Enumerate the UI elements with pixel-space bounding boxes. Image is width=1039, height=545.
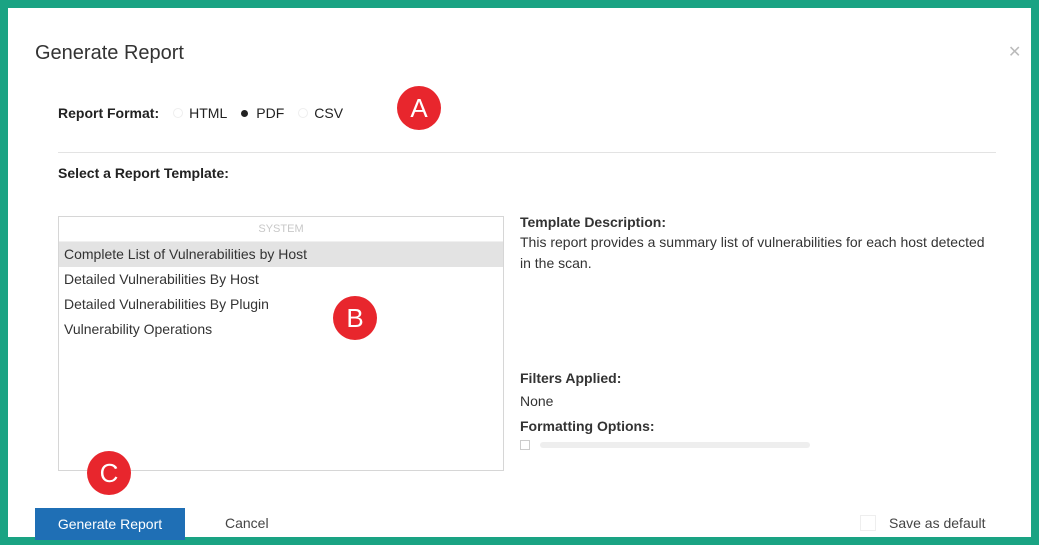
close-icon[interactable]: ✕ (1008, 42, 1021, 62)
filters-value: None (520, 393, 554, 409)
template-item-complete-list[interactable]: Complete List of Vulnerabilities by Host (59, 242, 503, 267)
formatting-section: Formatting Options: (520, 418, 810, 450)
radio-pdf-circle[interactable] (241, 109, 249, 117)
dialog-title: Generate Report (35, 42, 184, 64)
format-radio-csv[interactable]: CSV (298, 105, 343, 121)
radio-html-circle[interactable] (173, 108, 184, 118)
radio-csv-label: CSV (314, 105, 344, 121)
filters-section: Filters Applied: None (520, 370, 621, 409)
template-description-text: This report provides a summary list of v… (520, 234, 985, 271)
formatting-heading: Formatting Options: (520, 418, 655, 434)
select-template-label: Select a Report Template: (58, 165, 229, 181)
template-description-panel: Template Description: This report provid… (520, 214, 990, 274)
format-radio-html[interactable]: HTML (173, 105, 227, 121)
generate-report-button[interactable]: Generate Report (35, 508, 185, 540)
radio-html-label: HTML (189, 105, 228, 121)
template-item-detailed-by-plugin[interactable]: Detailed Vulnerabilities By Plugin (59, 292, 503, 317)
format-radio-pdf[interactable]: PDF (241, 105, 284, 121)
template-description-heading: Template Description: (520, 214, 666, 230)
template-item-vuln-operations[interactable]: Vulnerability Operations (59, 317, 503, 342)
cancel-button[interactable]: Cancel (225, 515, 269, 531)
annotation-marker-c: C (87, 451, 131, 495)
formatting-option-checkbox[interactable] (520, 440, 530, 450)
save-as-default[interactable]: Save as default (860, 515, 986, 531)
formatting-option-label (540, 442, 810, 448)
formatting-option[interactable] (520, 440, 810, 450)
dialog-frame: Generate Report ✕ Report Format: HTML PD… (0, 0, 1039, 545)
filters-heading: Filters Applied: (520, 370, 622, 386)
report-format-label: Report Format: (58, 105, 160, 121)
template-group-header: SYSTEM (59, 217, 503, 242)
radio-pdf-label: PDF (256, 105, 285, 121)
annotation-marker-a: A (397, 86, 441, 130)
template-item-detailed-by-host[interactable]: Detailed Vulnerabilities By Host (59, 267, 503, 292)
section-divider (58, 152, 996, 153)
report-format-row: Report Format: HTML PDF CSV (58, 105, 357, 121)
template-list[interactable]: SYSTEM Complete List of Vulnerabilities … (58, 216, 504, 471)
save-default-label: Save as default (889, 515, 986, 531)
annotation-marker-b: B (333, 296, 377, 340)
radio-csv-circle[interactable] (298, 108, 309, 118)
save-default-checkbox[interactable] (860, 515, 876, 531)
